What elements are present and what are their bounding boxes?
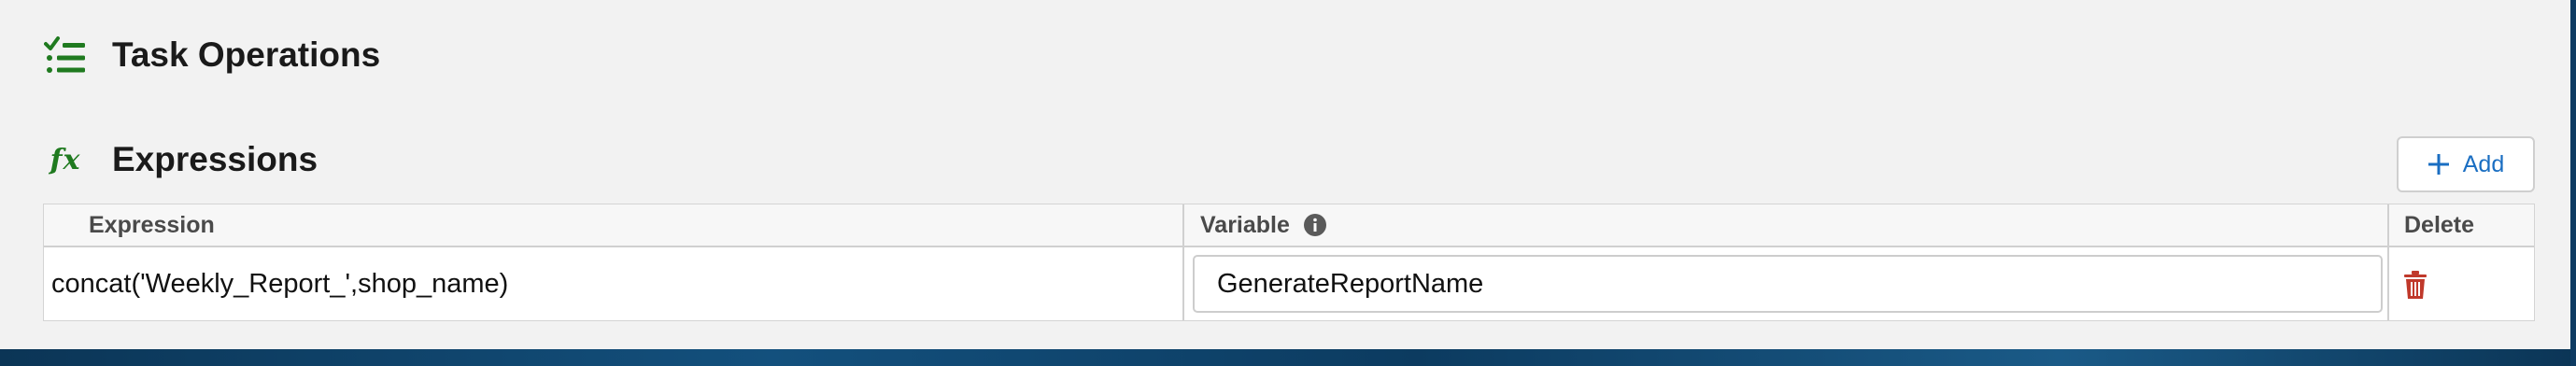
column-header-expression: Expression [89,204,215,246]
column-divider [2387,204,2389,320]
task-operations-title: Task Operations [112,35,381,74]
expressions-header: fx Expressions [43,136,318,183]
column-header-delete: Delete [2404,204,2474,246]
expressions-table: Expression Variable Delete concat('Weekl… [43,204,2535,321]
column-header-variable-label: Variable [1200,211,1290,238]
variable-name-input[interactable] [1193,255,2383,313]
add-expression-button[interactable]: Add [2397,136,2535,192]
expression-value: concat('Weekly_Report_',shop_name) [51,268,509,299]
expressions-title: Expressions [112,140,318,178]
task-operations-header: Task Operations [43,32,380,78]
column-header-delete-label: Delete [2404,211,2475,238]
plus-icon [2427,154,2449,175]
column-divider [1182,204,1184,320]
expression-cell[interactable]: concat('Weekly_Report_',shop_name) [51,247,508,320]
add-button-label: Add [2462,150,2505,177]
checklist-icon [43,33,88,77]
column-header-expression-label: Expression [89,211,215,238]
task-operations-panel: Task Operations fx Expressions Add Expre… [0,0,2570,349]
column-header-variable: Variable [1200,204,1327,246]
desktop-background-strip [0,349,2576,366]
function-fx-icon: fx [43,137,88,182]
fx-glyph: fx [50,143,81,176]
trash-icon[interactable] [2401,270,2429,300]
info-icon[interactable] [1303,213,1327,237]
window-edge [2570,0,2576,366]
